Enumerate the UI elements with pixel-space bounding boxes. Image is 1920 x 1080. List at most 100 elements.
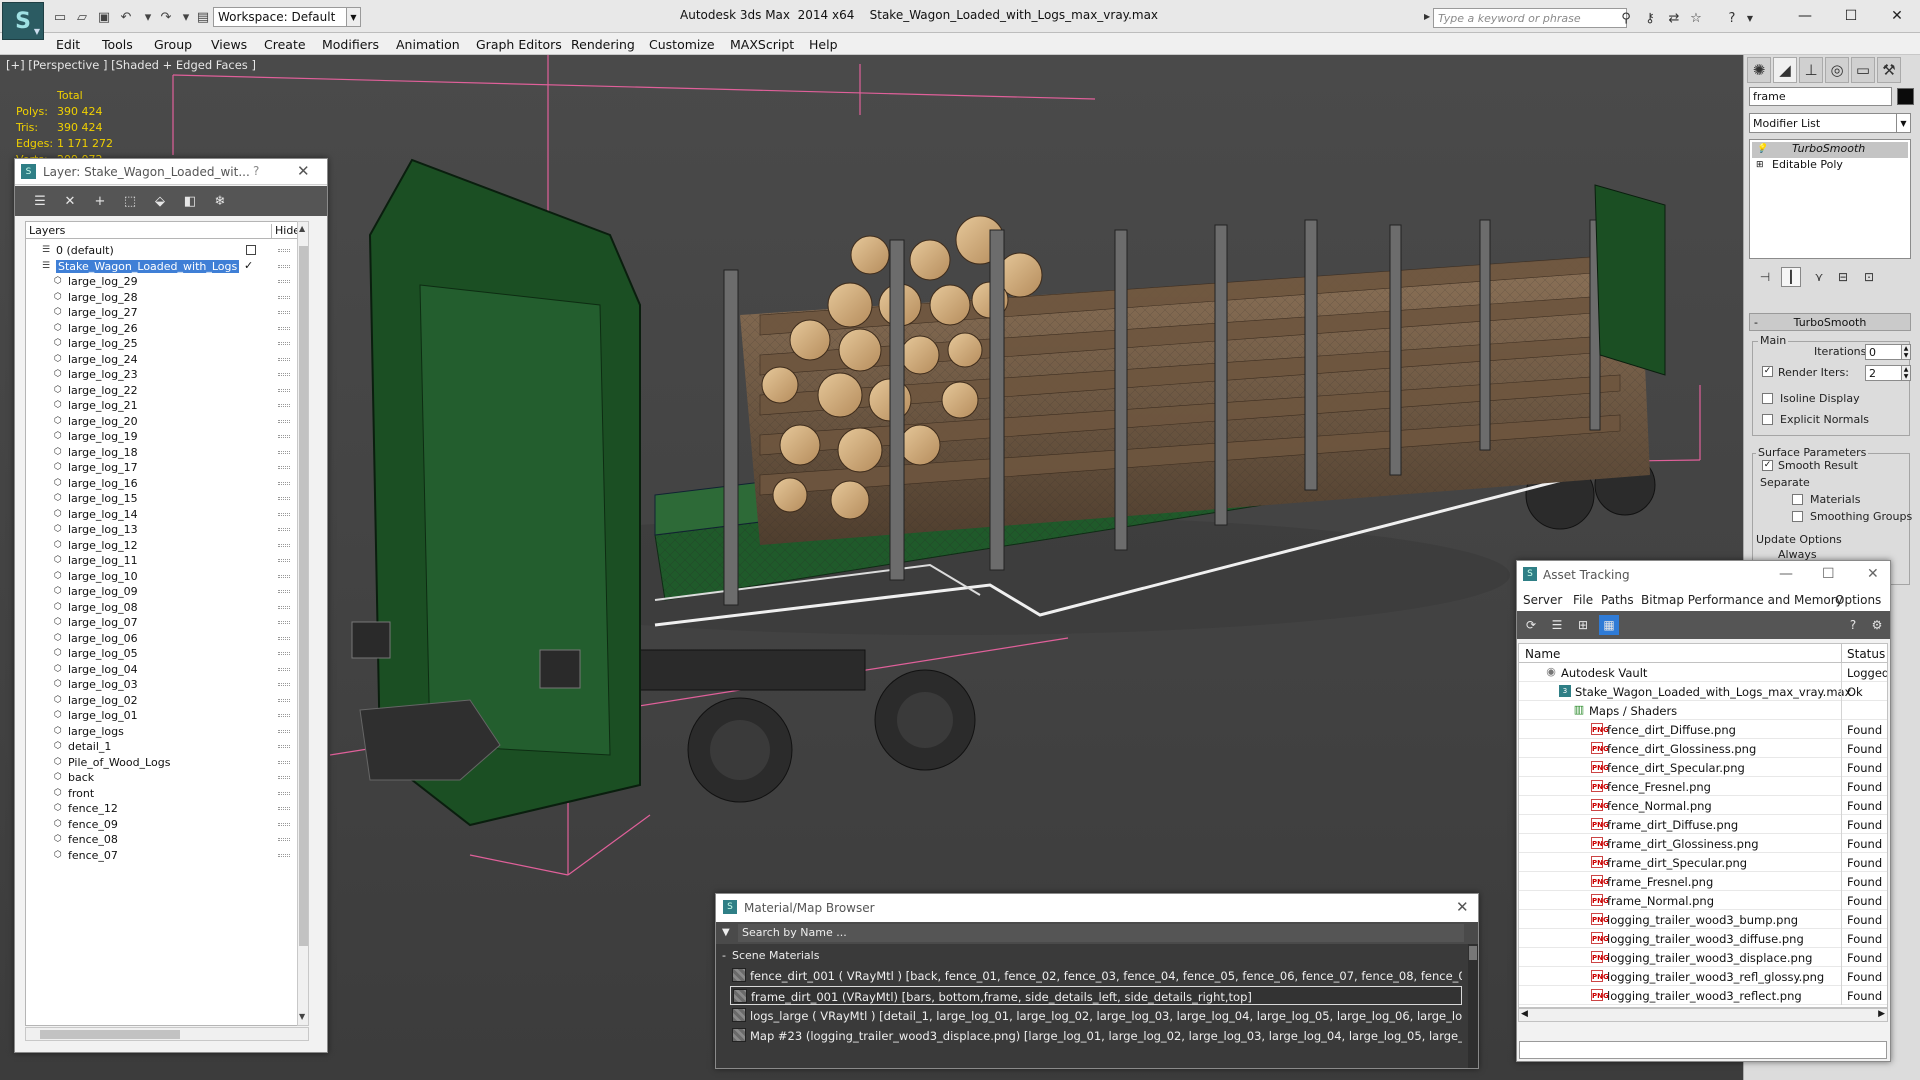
scroll-thumb[interactable] [1469,946,1477,960]
asset-menu-bitmap-performance[interactable]: Bitmap Performance and Memory [1641,593,1843,607]
refresh-icon[interactable]: ⟳ [1521,615,1541,635]
app-logo-icon[interactable]: S ▼ [2,2,44,40]
modifier-list-dropdown[interactable]: Modifier List ▼ [1749,113,1911,133]
hide-toggle[interactable] [278,419,290,423]
menu-tools[interactable]: Tools [102,37,133,52]
hide-toggle[interactable] [278,714,290,717]
hide-toggle[interactable] [278,621,290,624]
hide-toggle[interactable] [278,574,290,578]
status-column-header[interactable]: Status [1841,644,1885,662]
asset-row[interactable]: PNG logging_trailer_wood3_diffuse.png Foun… [1519,929,1887,948]
motion-tab-icon[interactable]: ◎ [1825,57,1849,83]
hide-toggle[interactable] [278,760,290,764]
asset-row[interactable]: PNG logging_trailer_wood3_bump.png Found [1519,910,1887,929]
hide-column-header[interactable]: Hide [271,224,300,238]
layer-row[interactable]: ⬡ fence_07 [26,846,296,865]
material-row[interactable]: frame_dirt_001 (VRayMtl) [bars, bottom,f… [730,986,1462,1005]
scroll-thumb[interactable] [299,246,308,946]
binoculars-icon[interactable]: ⚲ [1616,9,1636,27]
hide-toggle[interactable] [278,605,290,609]
name-column-header[interactable]: Name [1525,647,1560,661]
collapse-minus-icon[interactable]: - [722,949,726,962]
material-row[interactable]: Map #23 (logging_trailer_wood3_displace.… [730,1026,1462,1045]
asset-row[interactable]: PNG logging_trailer_wood3_refl_glossy.png… [1519,967,1887,986]
hide-toggle[interactable] [278,435,290,438]
viewport-label[interactable]: [+] [Perspective ] [Shaded + Edged Faces… [6,58,256,72]
render-iters-spinner[interactable]: 2 ▲ ▼ [1865,365,1911,381]
hide-toggle[interactable] [278,326,290,330]
asset-menu-server[interactable]: Server [1523,593,1562,607]
delete-layer-icon[interactable]: ✕ [59,191,81,211]
hide-toggle[interactable] [278,807,290,810]
open-file-icon[interactable]: ▱ [72,7,92,27]
menu-edit[interactable]: Edit [56,37,80,52]
menu-animation[interactable]: Animation [396,37,460,52]
add-layer-icon[interactable]: + [89,191,111,211]
hide-toggle[interactable] [278,745,290,748]
asset-row[interactable]: PNG frame_Fresnel.png Found [1519,872,1887,891]
menu-maxscript[interactable]: MAXScript [730,37,794,52]
asset-row[interactable]: PNG fence_Fresnel.png Found [1519,777,1887,796]
asset-row[interactable]: PNG fence_Normal.png Found [1519,796,1887,815]
asset-row[interactable]: PNG fence_dirt_Glossiness.png Found [1519,739,1887,758]
redo-icon[interactable]: ↷ [156,7,176,27]
material-search-input[interactable]: Search by Name ... [738,924,1464,942]
material-row[interactable]: fence_dirt_001 ( VRayMtl ) [back, fence_… [730,966,1462,985]
asset-row[interactable]: PNG logging_trailer_wood3_displace.png Fou… [1519,948,1887,967]
configure-sets-icon[interactable]: ⊡ [1859,267,1879,287]
help-icon[interactable]: ? [253,164,259,178]
menu-graph-editors[interactable]: Graph Editors [476,37,562,52]
hide-toggle[interactable] [278,776,290,779]
help-dropdown-icon[interactable]: ▼ [1740,9,1760,27]
asset-row[interactable]: PNG frame_dirt_Specular.png Found [1519,853,1887,872]
hide-toggle[interactable] [278,853,290,857]
layer-horizontal-scrollbar[interactable] [25,1027,309,1041]
expand-plus-icon[interactable]: ⊞ [1756,160,1764,170]
menu-help[interactable]: Help [809,37,838,52]
explicit-normals-checkbox[interactable] [1762,414,1773,425]
hide-toggle[interactable] [278,373,290,376]
project-folder-icon[interactable]: ▤ [193,7,213,27]
hide-all-icon[interactable]: ◧ [179,191,201,211]
list-view-icon[interactable]: ☰ [1547,615,1567,635]
object-name-input[interactable]: frame [1749,87,1892,106]
scroll-right-icon[interactable]: ▶ [1878,1009,1885,1019]
create-tab-icon[interactable]: ✺ [1747,57,1771,83]
asset-row[interactable]: ◉ Autodesk Vault Logged [1519,663,1887,682]
asset-horizontal-scrollbar[interactable]: ◀ ▶ [1518,1008,1888,1022]
pin-stack-icon[interactable]: ⊣ [1755,267,1775,287]
menu-rendering[interactable]: Rendering [571,37,635,52]
asset-menu-paths[interactable]: Paths [1601,593,1634,607]
hide-toggle[interactable] [278,357,290,361]
object-color-swatch[interactable] [1897,88,1914,105]
scene-materials-group[interactable]: - Scene Materials [722,949,819,962]
hide-toggle[interactable] [278,466,290,469]
lightbulb-icon[interactable]: 💡 [1756,144,1767,154]
hide-toggle[interactable] [278,590,290,593]
utilities-tab-icon[interactable]: ⚒ [1877,57,1901,83]
highlight-layer-icon[interactable]: ⬙ [149,191,171,211]
menu-group[interactable]: Group [154,37,192,52]
hide-toggle[interactable] [278,543,290,547]
render-iters-checkbox[interactable]: ✓ [1762,366,1773,377]
close-icon[interactable]: ✕ [297,162,310,180]
hide-toggle[interactable] [278,404,290,407]
modify-tab-icon[interactable]: ◢ [1773,57,1797,83]
scroll-thumb[interactable] [40,1030,180,1039]
turbosmooth-rollout-header[interactable]: - TurboSmooth [1749,313,1911,331]
workspace-select[interactable]: Workspace: Default ▼ [213,7,361,27]
menu-views[interactable]: Views [211,37,247,52]
scroll-left-icon[interactable]: ◀ [1521,1009,1528,1019]
hide-toggle[interactable] [278,249,290,252]
hide-toggle[interactable] [278,683,290,686]
menu-create[interactable]: Create [264,37,306,52]
layers-icon[interactable]: ☰ [29,191,51,211]
layers-column-header[interactable]: Layers [29,224,65,237]
help-icon[interactable]: ? [1843,615,1863,635]
menu-modifiers[interactable]: Modifiers [322,37,379,52]
scroll-up-icon[interactable]: ▲ [299,224,305,233]
separate-materials-checkbox[interactable] [1792,494,1803,505]
hide-toggle[interactable] [278,311,290,314]
minimize-icon[interactable]: — [1782,4,1828,28]
layer-vertical-scrollbar[interactable]: ▲ ▼ [297,221,309,1026]
